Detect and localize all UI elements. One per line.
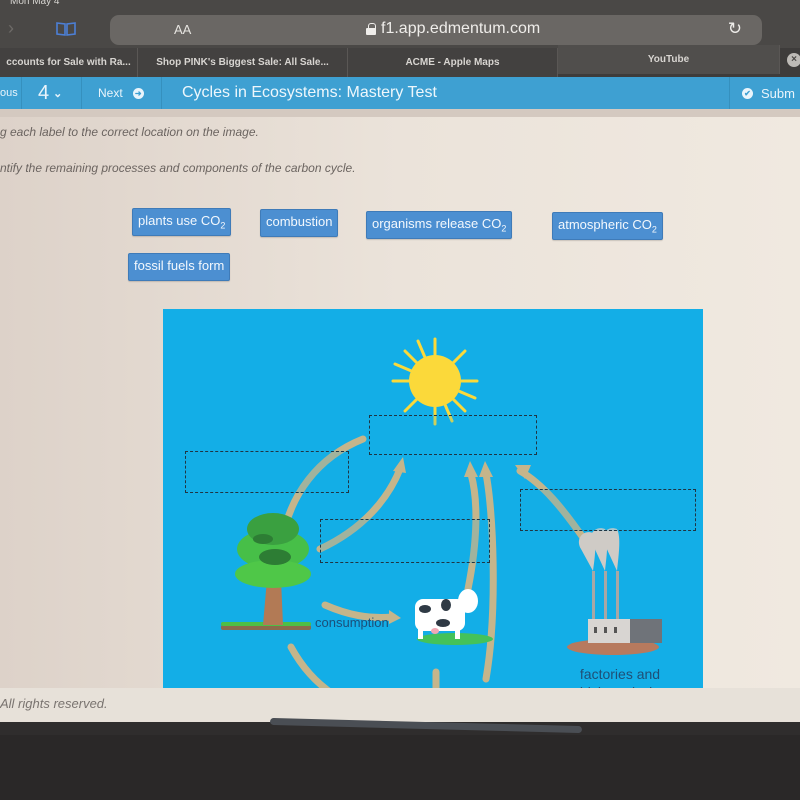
tab-youtube[interactable]: YouTube — [558, 45, 780, 74]
question-number: 4 — [38, 81, 50, 104]
label-combustion[interactable]: combustion — [260, 209, 339, 237]
arrow-bottom-left — [287, 643, 337, 698]
cow-icon — [415, 589, 493, 645]
label-text: fossil fuels form — [134, 258, 225, 273]
tab-strip: ccounts for Sale with Ra... Shop PINK's … — [0, 45, 800, 77]
page-footer: All rights reserved. — [0, 688, 800, 722]
tab-label: ACME - Apple Maps — [405, 57, 500, 68]
chevron-down-icon: ⌄ — [53, 87, 63, 100]
consumption-label: consumption — [315, 615, 389, 630]
tab-label: Shop PINK's Biggest Sale: All Sale... — [156, 57, 329, 68]
instruction-identify: ntify the remaining processes and compon… — [0, 161, 356, 175]
next-button[interactable]: Next ➜ — [82, 77, 162, 109]
sun-icon — [391, 337, 479, 426]
text-size-button[interactable]: AA — [174, 22, 191, 37]
carbon-cycle-diagram: consumption factories and vehicle emissi… — [163, 309, 703, 709]
drop-zone-left[interactable] — [185, 451, 349, 493]
test-title: Cycles in Ecosystems: Mastery Test — [182, 84, 437, 101]
drop-zone-right[interactable] — [520, 489, 696, 531]
tab-accounts[interactable]: ccounts for Sale with Ra... — [0, 48, 138, 77]
reload-icon[interactable]: ↻ — [728, 19, 742, 39]
lock-icon — [366, 23, 376, 35]
test-header: ous 4 ⌄ Next ➜ Cycles in Ecosystems: Mas… — [0, 77, 800, 109]
browser-toolbar: › AA f1.app.edmentum.com ↻ — [0, 8, 800, 48]
previous-button[interactable]: ous — [0, 77, 22, 109]
label-subscript: 2 — [651, 224, 657, 235]
tab-acme-maps[interactable]: ACME - Apple Maps — [348, 48, 558, 77]
tab-label: ccounts for Sale with Ra... — [6, 57, 131, 68]
label-text: organisms release CO — [372, 216, 502, 231]
question-selector[interactable]: 4 ⌄ — [22, 77, 82, 109]
label-fossil-fuels-form[interactable]: fossil fuels form — [128, 253, 231, 281]
copyright-text: All rights reserved. — [0, 696, 108, 711]
drop-zone-middle[interactable] — [320, 519, 490, 563]
question-content: g each label to the correct location on … — [0, 109, 800, 719]
drop-zone-atmosphere[interactable] — [369, 415, 537, 455]
label-subscript: 2 — [501, 223, 507, 234]
device-bezel — [0, 735, 800, 800]
status-date: Mon May 4 — [10, 0, 60, 7]
content-divider — [0, 109, 800, 117]
next-label: Next — [98, 86, 123, 100]
label-text: combustion — [266, 214, 333, 229]
label-atmospheric-co2[interactable]: atmospheric CO2 — [552, 212, 663, 240]
label-text: plants use CO — [138, 213, 221, 228]
tree-icon — [221, 513, 311, 630]
url-display[interactable]: f1.app.edmentum.com — [366, 20, 540, 38]
label-text: atmospheric CO — [558, 217, 652, 232]
label-organisms-release-co2[interactable]: organisms release CO2 — [366, 211, 513, 239]
factories-label-line1: factories and — [579, 666, 661, 682]
book-icon[interactable] — [56, 22, 76, 36]
tab-label: YouTube — [647, 54, 690, 65]
tab-shop-pink[interactable]: Shop PINK's Biggest Sale: All Sale... — [138, 48, 348, 77]
arrow-right-circle-icon: ➜ — [132, 87, 144, 99]
previous-label: ous — [0, 87, 18, 99]
close-tab-icon[interactable]: × — [787, 53, 800, 67]
label-plants-use-co2[interactable]: plants use CO2 — [132, 208, 232, 236]
submit-label: Subm — [761, 85, 795, 101]
arrow-decomposition-up — [482, 470, 497, 683]
address-bar[interactable]: AA f1.app.edmentum.com ↻ — [110, 15, 762, 45]
factory-icon — [567, 528, 662, 655]
label-subscript: 2 — [220, 220, 226, 231]
url-text: f1.app.edmentum.com — [381, 20, 541, 37]
submit-button[interactable]: ✔ Subm — [729, 77, 800, 109]
instruction-drag: g each label to the correct location on … — [0, 125, 259, 139]
chevron-right-icon[interactable]: › — [8, 19, 14, 37]
check-circle-icon: ✔ — [742, 87, 753, 99]
